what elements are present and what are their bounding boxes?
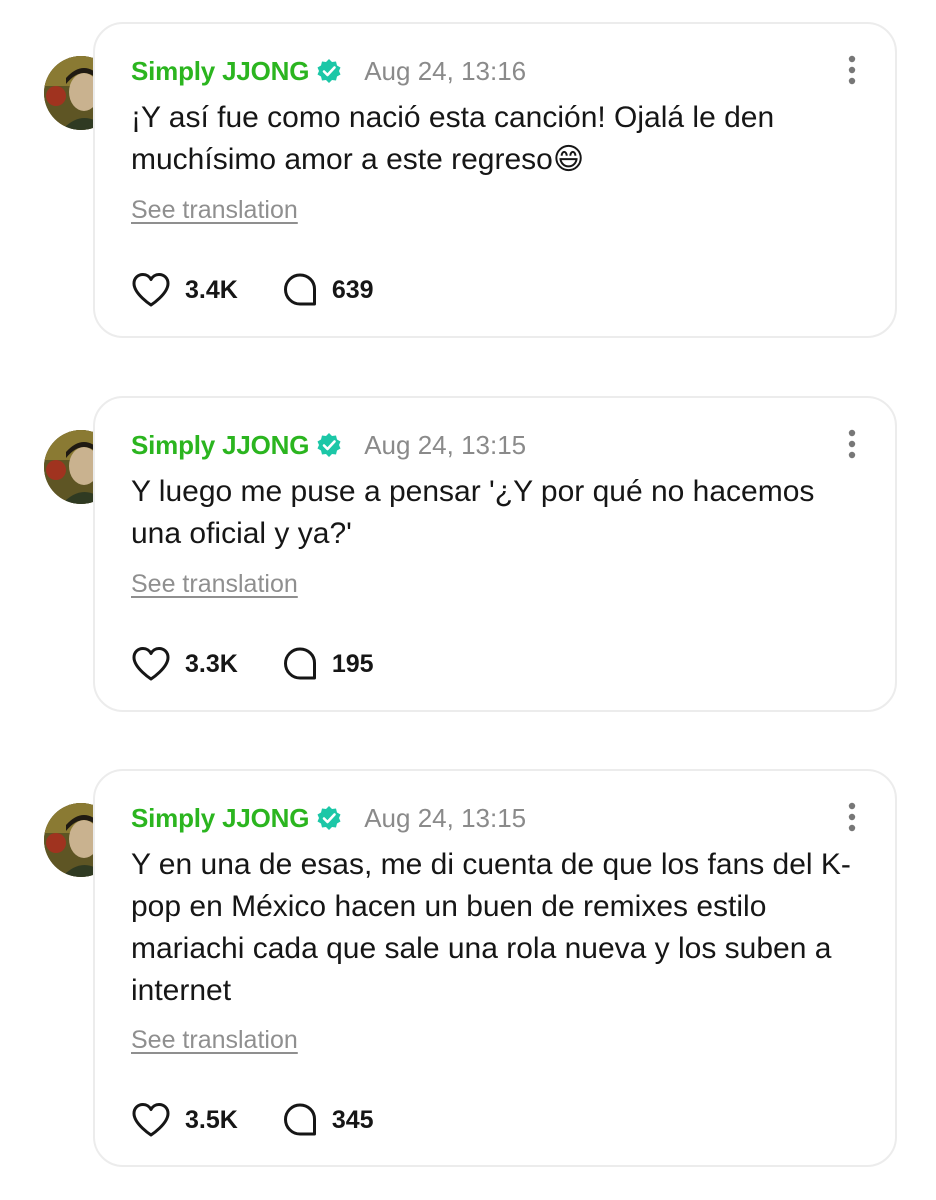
like-button[interactable]: 3.5K — [131, 1102, 238, 1138]
like-button[interactable]: 3.3K — [131, 646, 238, 682]
like-count: 3.4K — [185, 275, 238, 304]
comment-bubble-icon — [282, 272, 318, 308]
post-header: Simply JJONG Aug 24, 13:15 — [131, 801, 526, 835]
post-card: Simply JJONG Aug 24, 13:15 Y luego me pu… — [93, 396, 897, 712]
comment-button[interactable]: 639 — [282, 272, 374, 308]
more-vertical-icon[interactable] — [845, 54, 859, 86]
like-count: 3.5K — [185, 1105, 238, 1134]
post-card: Simply JJONG Aug 24, 13:16 ¡Y así fue co… — [93, 22, 897, 338]
like-button[interactable]: 3.4K — [131, 272, 238, 308]
comment-count: 639 — [331, 275, 374, 304]
author-name[interactable]: Simply JJONG — [131, 803, 309, 834]
heart-icon — [131, 646, 171, 682]
post-timestamp: Aug 24, 13:16 — [364, 55, 527, 86]
post-body: Y en una de esas, me di cuenta de que lo… — [131, 848, 851, 1007]
more-vertical-icon[interactable] — [845, 801, 859, 833]
post-header: Simply JJONG Aug 24, 13:16 — [131, 54, 526, 88]
comment-count: 195 — [331, 649, 374, 678]
comment-bubble-icon — [282, 1102, 318, 1138]
heart-icon — [131, 1102, 171, 1138]
post-actions: 3.4K 639 — [131, 270, 374, 310]
author-name[interactable]: Simply JJONG — [131, 430, 309, 461]
see-translation-link[interactable]: See translation — [131, 570, 298, 599]
comment-button[interactable]: 195 — [282, 646, 374, 682]
post-header: Simply JJONG Aug 24, 13:15 — [131, 428, 526, 462]
post-actions: 3.3K 195 — [131, 644, 374, 684]
like-count: 3.3K — [185, 649, 238, 678]
post-body: Y luego me puse a pensar '¿Y por qué no … — [131, 475, 815, 550]
heart-icon — [131, 272, 171, 308]
verified-badge-icon — [316, 805, 342, 831]
verified-badge-icon — [316, 432, 342, 458]
comment-button[interactable]: 345 — [282, 1102, 374, 1138]
post-actions: 3.5K 345 — [131, 1100, 374, 1140]
comment-count: 345 — [331, 1105, 374, 1134]
post-timestamp: Aug 24, 13:15 — [364, 429, 527, 460]
post-timestamp: Aug 24, 13:15 — [364, 802, 527, 833]
comment-bubble-icon — [282, 646, 318, 682]
more-vertical-icon[interactable] — [845, 428, 859, 460]
post-body: ¡Y así fue como nació esta canción! Ojal… — [131, 101, 775, 176]
see-translation-link[interactable]: See translation — [131, 196, 298, 225]
author-name[interactable]: Simply JJONG — [131, 56, 309, 87]
verified-badge-icon — [316, 58, 342, 84]
post-card: Simply JJONG Aug 24, 13:15 Y en una de e… — [93, 769, 897, 1167]
see-translation-link[interactable]: See translation — [131, 1026, 298, 1055]
